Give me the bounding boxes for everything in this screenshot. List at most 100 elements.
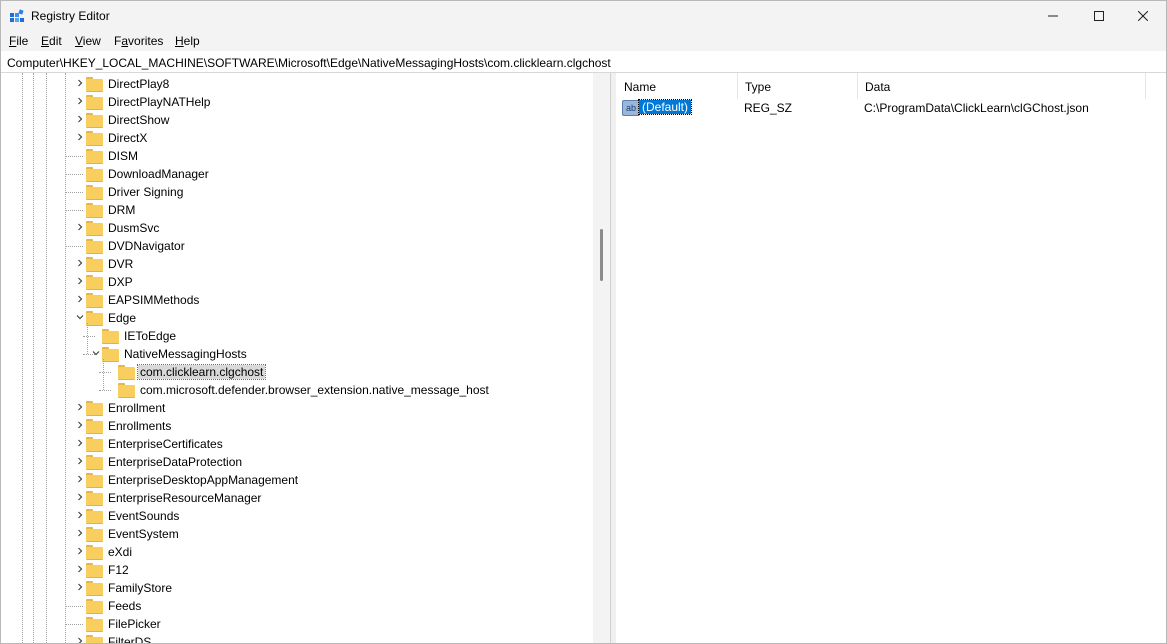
tree-item-label: EnterpriseDataProtection xyxy=(108,455,243,469)
tree-item[interactable]: EAPSIMMethods xyxy=(1,291,591,309)
registry-editor-app-icon xyxy=(10,9,24,22)
tree-item[interactable]: DusmSvc xyxy=(1,219,591,237)
tree-item[interactable]: EnterpriseDataProtection xyxy=(1,453,591,471)
tree-item[interactable]: eXdi xyxy=(1,543,591,561)
tree-item[interactable]: Edge xyxy=(1,309,591,327)
chevron-right-icon[interactable] xyxy=(75,277,85,287)
menu-bar: File Edit View Favorites Help xyxy=(1,31,1166,51)
chevron-right-icon[interactable] xyxy=(75,439,85,449)
tree-item[interactable]: DirectPlayNATHelp xyxy=(1,93,591,111)
menu-view[interactable]: View xyxy=(75,34,101,48)
tree-item[interactable]: DirectX xyxy=(1,129,591,147)
folder-icon xyxy=(86,275,103,290)
tree-item-label: DownloadManager xyxy=(108,167,209,181)
tree-item[interactable]: Feeds xyxy=(1,597,591,615)
folder-icon xyxy=(86,545,103,560)
tree-item[interactable]: DirectPlay8 xyxy=(1,75,591,93)
registry-key-tree[interactable]: DirectPlay8 DirectPlayNATHelp DirectShow Di… xyxy=(1,73,610,643)
tree-item[interactable]: EnterpriseDesktopAppManagement xyxy=(1,471,591,489)
chevron-right-icon[interactable] xyxy=(75,511,85,521)
menu-help[interactable]: Help xyxy=(175,34,200,48)
tree-item[interactable]: com.microsoft.defender.browser_extension… xyxy=(1,381,591,399)
tree-item[interactable]: F12 xyxy=(1,561,591,579)
chevron-right-icon[interactable] xyxy=(75,547,85,557)
chevron-right-icon[interactable] xyxy=(75,223,85,233)
registry-editor-window: Registry Editor File Edit View Favorites… xyxy=(0,0,1167,644)
tree-item[interactable]: DVR xyxy=(1,255,591,273)
maximize-button[interactable] xyxy=(1076,1,1122,31)
chevron-right-icon[interactable] xyxy=(75,133,85,143)
folder-icon xyxy=(86,527,103,542)
column-header-data[interactable]: Data xyxy=(857,73,1146,99)
chevron-right-icon[interactable] xyxy=(75,295,85,305)
folder-icon xyxy=(86,635,103,643)
tree-guide-line xyxy=(87,323,88,354)
tree-item-label: DISM xyxy=(108,149,138,163)
tree-item[interactable]: EventSounds xyxy=(1,507,591,525)
tree-item[interactable]: Enrollments xyxy=(1,417,591,435)
folder-icon xyxy=(86,419,103,434)
chevron-right-icon[interactable] xyxy=(75,403,85,413)
menu-edit[interactable]: Edit xyxy=(41,34,62,48)
tree-scrollbar-thumb[interactable] xyxy=(600,229,603,281)
chevron-right-icon[interactable] xyxy=(75,637,85,643)
tree-scrollbar[interactable] xyxy=(593,73,610,643)
maximize-icon xyxy=(1094,11,1104,21)
chevron-right-icon[interactable] xyxy=(75,97,85,107)
tree-item[interactable]: DRM xyxy=(1,201,591,219)
tree-item[interactable]: DISM xyxy=(1,147,591,165)
values-list[interactable]: Name Type Data ab (Default) REG_SZ C:\Pr… xyxy=(616,73,1166,643)
tree-item-label: EnterpriseCertificates xyxy=(108,437,223,451)
tree-item-label: DusmSvc xyxy=(108,221,160,235)
close-button[interactable] xyxy=(1120,1,1166,31)
chevron-right-icon[interactable] xyxy=(75,565,85,575)
value-row[interactable]: ab (Default) REG_SZ C:\ProgramData\Click… xyxy=(616,99,1166,117)
chevron-right-icon[interactable] xyxy=(75,421,85,431)
tree-item-label: DXP xyxy=(108,275,133,289)
chevron-down-icon[interactable] xyxy=(91,349,101,359)
menu-file[interactable]: File xyxy=(9,34,28,48)
tree-item[interactable]: Driver Signing xyxy=(1,183,591,201)
tree-item[interactable]: com.clicklearn.clgchost xyxy=(1,363,591,381)
folder-icon xyxy=(86,221,103,236)
chevron-down-icon[interactable] xyxy=(75,313,85,323)
folder-icon xyxy=(86,617,103,632)
menu-favorites[interactable]: Favorites xyxy=(114,34,163,48)
tree-item[interactable]: IEToEdge xyxy=(1,327,591,345)
tree-item[interactable]: DownloadManager xyxy=(1,165,591,183)
folder-icon xyxy=(86,185,103,200)
tree-item[interactable]: DirectShow xyxy=(1,111,591,129)
chevron-right-icon[interactable] xyxy=(75,529,85,539)
folder-icon xyxy=(86,437,103,452)
folder-icon xyxy=(86,131,103,146)
tree-item-label: DirectX xyxy=(108,131,148,145)
tree-item[interactable]: EnterpriseCertificates xyxy=(1,435,591,453)
column-header-type[interactable]: Type xyxy=(737,73,858,99)
folder-icon xyxy=(118,365,135,380)
chevron-right-icon[interactable] xyxy=(75,493,85,503)
tree-item[interactable]: NativeMessagingHosts xyxy=(1,345,591,363)
tree-item[interactable]: FilterDS xyxy=(1,633,591,643)
column-header-name[interactable]: Name xyxy=(616,73,738,99)
address-path[interactable]: Computer\HKEY_LOCAL_MACHINE\SOFTWARE\Mic… xyxy=(7,56,611,70)
tree-item-label: eXdi xyxy=(108,545,133,559)
chevron-right-icon[interactable] xyxy=(75,475,85,485)
address-bar[interactable]: Computer\HKEY_LOCAL_MACHINE\SOFTWARE\Mic… xyxy=(1,52,1166,73)
chevron-right-icon[interactable] xyxy=(75,583,85,593)
tree-guide-line xyxy=(103,359,104,390)
tree-item[interactable]: Enrollment xyxy=(1,399,591,417)
tree-item[interactable]: EnterpriseResourceManager xyxy=(1,489,591,507)
tree-item[interactable]: EventSystem xyxy=(1,525,591,543)
tree-item[interactable]: FamilyStore xyxy=(1,579,591,597)
tree-item[interactable]: DVDNavigator xyxy=(1,237,591,255)
value-type: REG_SZ xyxy=(744,101,793,115)
chevron-right-icon[interactable] xyxy=(75,457,85,467)
tree-item[interactable]: DXP xyxy=(1,273,591,291)
minimize-button[interactable] xyxy=(1030,1,1076,31)
value-name[interactable]: (Default) xyxy=(637,99,693,115)
title-bar[interactable]: Registry Editor xyxy=(1,1,1166,31)
tree-item[interactable]: FilePicker xyxy=(1,615,591,633)
chevron-right-icon[interactable] xyxy=(75,115,85,125)
chevron-right-icon[interactable] xyxy=(75,79,85,89)
chevron-right-icon[interactable] xyxy=(75,259,85,269)
